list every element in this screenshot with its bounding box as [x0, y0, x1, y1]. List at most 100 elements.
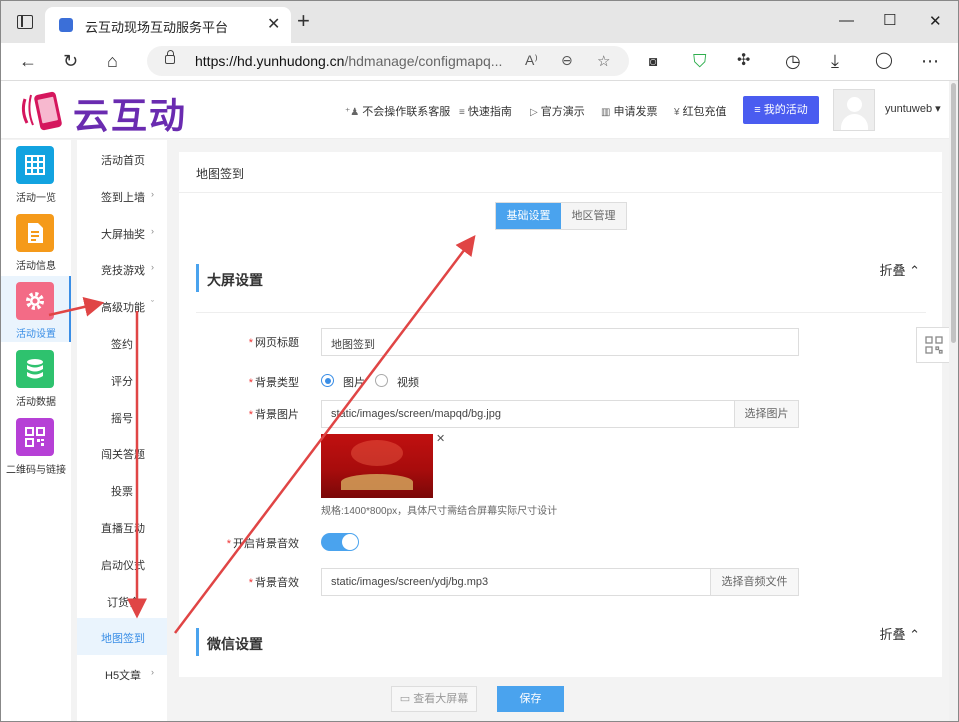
submenu-item-draw-number[interactable]: 摇号	[77, 398, 167, 435]
shield-icon[interactable]: ⛉	[693, 51, 707, 71]
bg-sound-toggle[interactable]	[321, 533, 359, 551]
save-button[interactable]: 保存	[497, 686, 564, 712]
sidebar-item-settings[interactable]: 活动设置	[1, 276, 71, 342]
site-header: 云互动 ⁺♟ 不会操作联系客服 ≡ 快速指南 ▷ 官方演示 ▥ 申请发票 ¥ 红包充值 ≡…	[1, 81, 958, 139]
scrollbar-thumb[interactable]	[951, 83, 956, 343]
submenu-item-contract[interactable]: 签约	[77, 324, 167, 361]
bg-image-label: * 背景图片	[248, 409, 299, 421]
submenu-item-home[interactable]: 活动首页	[77, 140, 167, 177]
header-link-demo[interactable]: ▷ 官方演示	[530, 103, 585, 119]
choose-audio-button[interactable]: 选择音频文件	[710, 568, 799, 596]
bg-type-video-radio[interactable]	[375, 374, 388, 387]
remove-image-icon[interactable]: ✕	[436, 432, 445, 445]
read-aloud-icon[interactable]: A⁾	[525, 52, 538, 69]
settings-tabs: 基础设置 地区管理	[495, 202, 627, 230]
header-link-guide[interactable]: ≡ 快速指南	[459, 103, 512, 119]
qrcode-float-button[interactable]	[916, 327, 952, 363]
sidebar-item-data[interactable]: 活动数据	[1, 344, 71, 410]
home-icon[interactable]: ⌂	[107, 51, 118, 71]
tab-strip: 云互动现场互动服务平台 ✕ + — ☐ ✕	[1, 1, 958, 43]
choose-image-button[interactable]: 选择图片	[734, 400, 799, 428]
list-icon: ≡	[754, 104, 764, 116]
bg-sound-toggle-label: * 开启背景音效	[226, 538, 299, 550]
tab-region-management[interactable]: 地区管理	[561, 203, 626, 229]
submenu-item-signin-wall[interactable]: 签到上墙 ›	[77, 177, 167, 214]
database-icon	[16, 350, 54, 388]
sidebar-item-qrcode[interactable]: 二维码与链接	[1, 412, 71, 478]
extension-icon[interactable]: ◙	[649, 51, 657, 71]
bg-type-image-label[interactable]: 图片	[343, 374, 365, 390]
sidebar-item-info[interactable]: 活动信息	[1, 208, 71, 274]
site-logo-text: 云互动	[73, 96, 188, 137]
tab-basic-settings[interactable]: 基础设置	[496, 203, 561, 229]
navigation-bar: ← ↻ ⌂ https://hd.yunhudong.cn/hdmanage/c…	[1, 43, 958, 81]
favorite-icon[interactable]: ☆	[597, 52, 610, 70]
monitor-icon: ▭	[399, 693, 414, 705]
phone-logo-icon	[21, 91, 62, 131]
bg-type-image-radio[interactable]	[321, 374, 334, 387]
browser-tab[interactable]: 云互动现场互动服务平台 ✕	[45, 7, 291, 43]
header-link-invoice[interactable]: ▥ 申请发票	[601, 103, 657, 119]
page-title: 地图签到	[196, 167, 245, 181]
submenu-item-live[interactable]: 直播互动	[77, 508, 167, 545]
page-title-label: * 网页标题	[248, 337, 299, 349]
puzzle-icon[interactable]: ✣	[737, 51, 750, 71]
page-title-input[interactable]: 地图签到	[321, 328, 799, 356]
close-window-icon[interactable]: ✕	[929, 12, 942, 30]
bg-type-video-label[interactable]: 视频	[397, 374, 419, 390]
fold-button[interactable]: 折叠 ⌃	[879, 260, 920, 279]
submenu-item-launch[interactable]: 启动仪式	[77, 545, 167, 582]
submenu-item-lottery[interactable]: 大屏抽奖 ›	[77, 214, 167, 251]
submenu-item-map-signin[interactable]: 地图签到	[77, 618, 167, 655]
my-activity-button[interactable]: ≡ 我的活动	[743, 96, 819, 124]
submenu-item-advanced[interactable]: 高级功能 ˇ	[77, 287, 167, 324]
submenu-item-h5[interactable]: H5文章 ›	[77, 655, 167, 692]
maximize-icon[interactable]: ☐	[883, 11, 896, 29]
content-card: 地图签到 基础设置 地区管理 大屏设置 折叠 ⌃ * 网页标题 地图签到 * 背景类…	[179, 152, 942, 721]
bg-image-preview	[321, 434, 433, 498]
submenu-item-games[interactable]: 竞技游戏 ›	[77, 250, 167, 287]
scrollbar[interactable]	[949, 81, 958, 721]
bg-sound-input[interactable]: static/images/screen/ydj/bg.mp3	[321, 568, 711, 596]
username-dropdown[interactable]: yuntuweb ▾	[885, 102, 941, 115]
document-icon	[16, 214, 54, 252]
close-tab-icon[interactable]: ✕	[267, 14, 280, 34]
submenu-item-quiz[interactable]: 闯关答题	[77, 434, 167, 471]
web-page: 云互动 ⁺♟ 不会操作联系客服 ≡ 快速指南 ▷ 官方演示 ▥ 申请发票 ¥ 红包充值 ≡…	[1, 81, 958, 721]
minimize-icon[interactable]: —	[839, 12, 854, 29]
refresh-icon[interactable]: ↻	[63, 51, 78, 71]
lock-icon[interactable]	[165, 50, 175, 64]
history-icon[interactable]: ◷	[785, 51, 801, 71]
back-icon[interactable]: ←	[19, 51, 37, 71]
zoom-icon[interactable]: ⊖	[561, 52, 573, 69]
download-icon[interactable]: ⤓	[831, 51, 839, 71]
submenu-item-vote[interactable]: 投票	[77, 471, 167, 508]
qrcode-icon	[925, 336, 943, 354]
bg-image-input[interactable]: static/images/screen/mapqd/bg.jpg	[321, 400, 735, 428]
header-link-support[interactable]: ⁺♟ 不会操作联系客服	[345, 103, 450, 119]
yen-icon: ¥	[674, 107, 680, 118]
sub-menu: 活动首页 签到上墙 › 大屏抽奖 › 竞技游戏 › 高级功能 ˇ 签约 评分 摇号 闯关…	[77, 140, 167, 721]
sidebar-item-overview[interactable]: 活动一览	[1, 140, 71, 206]
more-icon[interactable]: ⋯	[921, 51, 939, 71]
submenu-item-order-fair[interactable]: 订货会	[77, 582, 167, 619]
new-tab-icon[interactable]: +	[297, 10, 310, 32]
caret-down-icon: ▾	[935, 103, 941, 115]
profile-icon[interactable]: ◯	[875, 51, 893, 71]
avatar[interactable]	[833, 89, 875, 131]
list-icon: ≡	[459, 107, 465, 118]
address-bar[interactable]: https://hd.yunhudong.cn/hdmanage/configm…	[147, 46, 629, 76]
bg-type-label: * 背景类型	[248, 377, 299, 389]
view-bigscreen-button[interactable]: ▭ 查看大屏幕	[391, 686, 477, 712]
header-link-recharge[interactable]: ¥ 红包充值	[674, 103, 727, 119]
qrcode-icon	[16, 418, 54, 456]
divider	[196, 312, 926, 313]
submenu-item-rating[interactable]: 评分	[77, 361, 167, 398]
main-sidebar: 活动一览 活动信息 活动设置 活动数据 二维码与链接	[1, 140, 71, 721]
gear-icon	[16, 282, 54, 320]
tab-title: 云互动现场互动服务平台	[85, 20, 229, 35]
tab-actions-icon[interactable]	[17, 15, 33, 29]
section-marker	[196, 628, 199, 656]
footer-actions: ▭ 查看大屏幕 保存	[179, 677, 942, 721]
fold-button[interactable]: 折叠 ⌃	[879, 624, 920, 643]
